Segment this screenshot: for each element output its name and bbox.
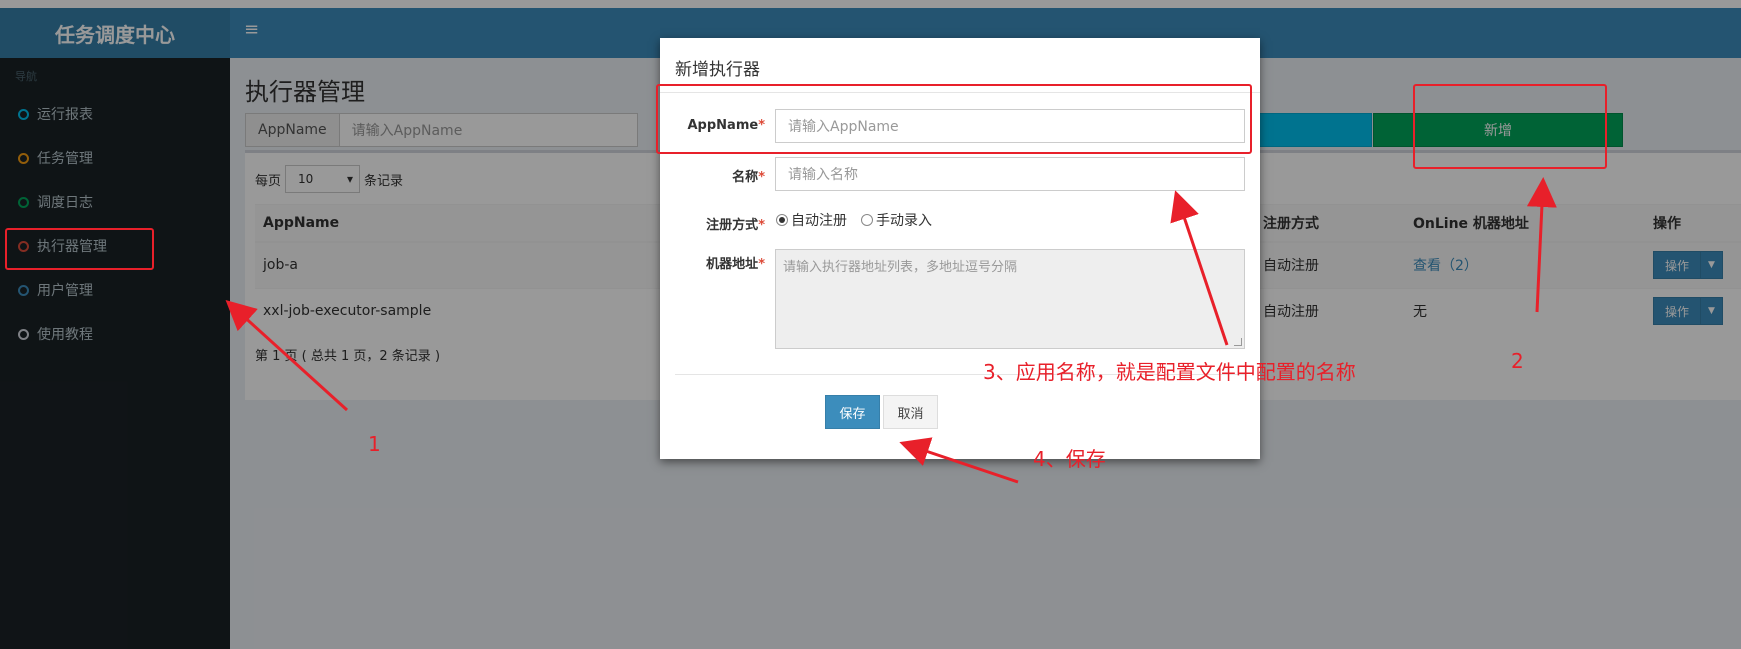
radio-manual[interactable] [861, 214, 873, 226]
name-label: 名称* [675, 166, 765, 185]
modal-title: 新增执行器 [675, 60, 760, 80]
address-label: 机器地址* [675, 253, 765, 272]
radio-manual-label[interactable]: 手动录入 [876, 210, 932, 230]
required-mark: * [758, 218, 765, 233]
annotation-box-add-button [1413, 84, 1607, 169]
cancel-button[interactable]: 取消 [883, 395, 938, 429]
radio-auto[interactable] [776, 214, 788, 226]
name-field[interactable]: 请输入名称 [775, 157, 1245, 191]
radio-auto-label[interactable]: 自动注册 [791, 210, 847, 230]
resize-grip-icon[interactable] [1234, 338, 1242, 346]
annotation-label-3: 3、应用名称，就是配置文件中配置的名称 [983, 360, 1356, 384]
name-label-text: 名称 [732, 170, 759, 185]
address-textarea[interactable]: 请输入执行器地址列表，多地址逗号分隔 [775, 249, 1245, 349]
reg-type-label: 注册方式* [675, 214, 765, 233]
save-button[interactable]: 保存 [825, 395, 880, 429]
reg-type-radio-group: 自动注册 手动录入 [776, 210, 932, 230]
required-mark: * [758, 170, 765, 185]
annotation-label-4: 4、保存 [1033, 447, 1106, 471]
annotation-label-1: 1 [368, 432, 381, 456]
address-placeholder: 请输入执行器地址列表，多地址逗号分隔 [783, 260, 1018, 275]
annotation-box-appname [656, 84, 1252, 154]
address-label-text: 机器地址 [706, 257, 759, 272]
annotation-label-2: 2 [1511, 349, 1524, 373]
annotation-box-executor-menu [5, 228, 154, 270]
required-mark: * [758, 257, 765, 272]
reg-type-label-text: 注册方式 [706, 218, 759, 233]
